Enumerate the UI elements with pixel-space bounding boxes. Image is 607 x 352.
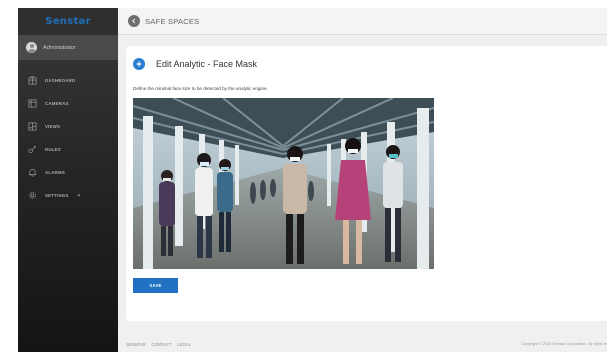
user-name: Administrator: [43, 44, 76, 51]
sidebar-item-label: ALARMS: [45, 170, 65, 175]
logo[interactable]: Senstar: [45, 16, 91, 27]
chevron-left-icon: [132, 18, 136, 24]
footer: SENSTAR CONTACT LEGAL Copyright © 2020 S…: [126, 339, 607, 349]
footer-link-contact[interactable]: CONTACT: [151, 342, 171, 347]
brand-title: SAFE SPACES: [145, 16, 200, 26]
sidebar-item-rules[interactable]: RULES: [18, 138, 118, 161]
top-bar: SAFE SPACES: [118, 8, 607, 35]
sidebar-item-label: RULES: [45, 147, 61, 152]
camera-grid-icon: [28, 99, 37, 108]
footer-link-senstar[interactable]: SENSTAR: [126, 342, 145, 347]
sidebar-item-settings[interactable]: SETTINGS ▾: [18, 184, 118, 207]
sidebar-item-label: DASHBOARD: [45, 78, 76, 83]
footer-link-legal[interactable]: LEGAL: [177, 342, 191, 347]
sidebar-item-cameras[interactable]: CAMERAS: [18, 92, 118, 115]
sidebar-item-label: SETTINGS: [45, 193, 69, 198]
sidebar: Senstar Administrator DASHBOARD CAMERAS …: [18, 8, 118, 352]
page-title: Edit Analytic - Face Mask: [156, 59, 258, 69]
copyright-text: Copyright © 2020 Senstar Corporation. Al…: [521, 342, 607, 346]
sidebar-item-label: VIEWS: [45, 124, 61, 129]
sidebar-item-views[interactable]: VIEWS: [18, 115, 118, 138]
bell-icon: [28, 168, 37, 177]
avatar: [26, 42, 37, 53]
chevron-down-icon: ▾: [77, 192, 81, 199]
description-text: Define the minimal face size to be detec…: [133, 86, 268, 91]
sidebar-item-dashboard[interactable]: DASHBOARD: [18, 69, 118, 92]
add-icon: [133, 58, 145, 70]
gear-icon: [28, 191, 37, 200]
views-icon: [28, 122, 37, 131]
edit-analytic-card: Edit Analytic - Face Mask Define the min…: [126, 46, 607, 321]
back-button[interactable]: [128, 15, 140, 27]
card-header: Edit Analytic - Face Mask: [133, 58, 257, 70]
sidebar-item-label: CAMERAS: [45, 101, 69, 106]
user-menu[interactable]: Administrator: [18, 35, 118, 60]
building-icon: [28, 76, 37, 85]
app-frame: Senstar Administrator DASHBOARD CAMERAS …: [18, 8, 607, 352]
logo-bar: Senstar: [18, 8, 118, 35]
rules-icon: [28, 145, 37, 154]
save-button[interactable]: SAVE: [133, 278, 178, 293]
sidebar-item-alarms[interactable]: ALARMS: [18, 161, 118, 184]
camera-snapshot[interactable]: [133, 98, 434, 269]
